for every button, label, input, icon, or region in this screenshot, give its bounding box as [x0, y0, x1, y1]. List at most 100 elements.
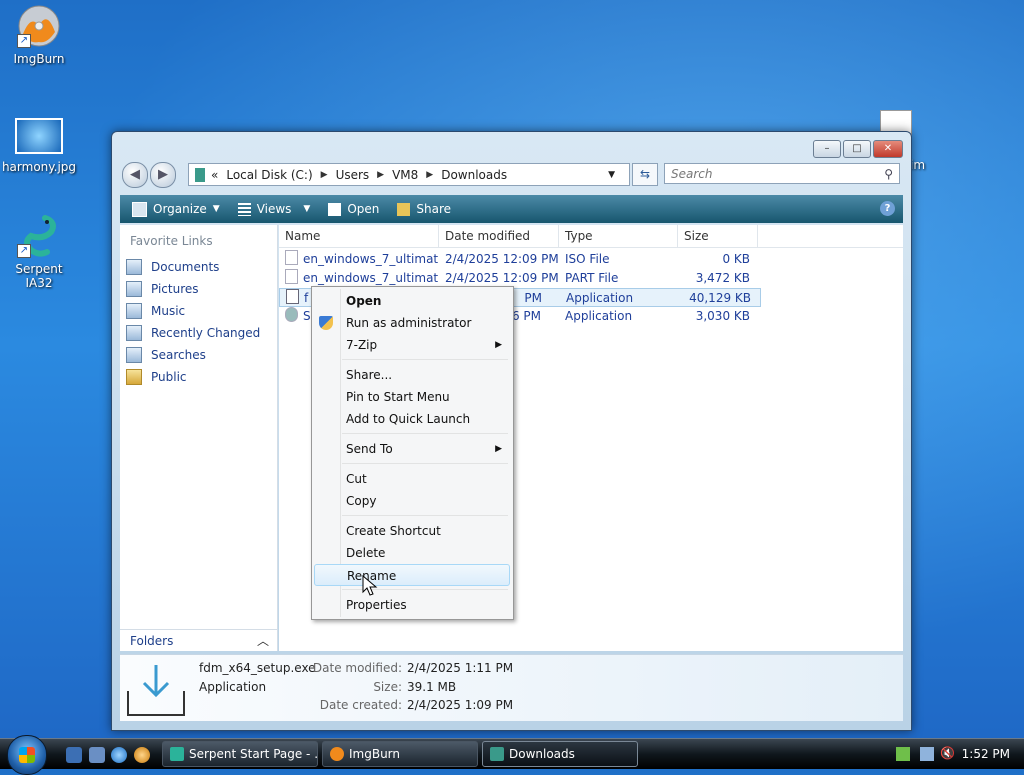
- desktop-icon-label: im: [910, 158, 926, 172]
- menu-separator: [342, 359, 508, 360]
- menu-item-add-to-quick-launch[interactable]: Add to Quick Launch: [314, 408, 510, 430]
- start-button[interactable]: [7, 735, 47, 775]
- column-size[interactable]: Size: [678, 225, 758, 247]
- chevron-right-icon[interactable]: ▶: [426, 170, 433, 180]
- file-size: 0 KB: [722, 252, 750, 266]
- breadcrumb-users[interactable]: Users: [336, 168, 370, 182]
- taskbar-item-downloads[interactable]: Downloads: [482, 741, 638, 767]
- nav-item-documents[interactable]: Documents: [120, 256, 277, 278]
- task-label: Downloads: [509, 747, 575, 761]
- task-label: Serpent Start Page - ...: [189, 747, 318, 761]
- open-file-icon: [328, 202, 342, 216]
- installer-large-icon: [126, 661, 185, 716]
- switch-windows-icon[interactable]: [89, 747, 105, 763]
- breadcrumb-vm8[interactable]: VM8: [392, 168, 418, 182]
- menu-item-rename[interactable]: Rename: [314, 564, 510, 586]
- share-button[interactable]: Share: [397, 202, 451, 216]
- views-label: Views: [256, 202, 292, 216]
- open-label: Open: [347, 202, 380, 216]
- file-date: 2/4/2025 12:09 PM: [445, 252, 559, 266]
- file-size: 3,472 KB: [695, 271, 750, 285]
- internet-explorer-icon[interactable]: [111, 747, 127, 763]
- address-bar[interactable]: « Local Disk (C:) ▶ Users ▶ VM8 ▶ Downloads…: [188, 163, 630, 186]
- show-desktop-icon[interactable]: [66, 747, 82, 763]
- chevron-right-icon[interactable]: ▶: [321, 170, 328, 180]
- file-type: Application: [565, 309, 633, 323]
- display-icon[interactable]: [920, 747, 934, 761]
- menu-item-create-shortcut[interactable]: Create Shortcut: [314, 520, 510, 542]
- desktop-icon-serpent[interactable]: ↗ Serpent IA32: [0, 214, 78, 290]
- desktop-icon-harmony[interactable]: harmony.jpg: [0, 118, 78, 174]
- navigation-bar: ◀ ▶ « Local Disk (C:) ▶ Users ▶ VM8 ▶ Downl…: [120, 162, 903, 188]
- nav-label: Recently Changed: [151, 326, 261, 340]
- breadcrumb-local-disk[interactable]: Local Disk (C:): [226, 168, 312, 182]
- share-icon: [397, 202, 411, 216]
- imgburn-icon: [330, 747, 344, 761]
- search-input[interactable]: Search ⚲: [664, 163, 900, 184]
- menu-item-cut[interactable]: Cut: [314, 468, 510, 490]
- breadcrumb-downloads[interactable]: Downloads: [441, 168, 507, 182]
- column-headers: Name Date modified Type Size: [279, 225, 903, 248]
- documents-icon: [126, 259, 142, 275]
- minimize-button[interactable]: –: [813, 140, 841, 158]
- search-icon[interactable]: ⚲: [884, 164, 893, 185]
- menu-separator: [342, 433, 508, 434]
- menu-item-label: Run as administrator: [346, 316, 472, 330]
- menu-item-run-as-administrator[interactable]: Run as administrator: [314, 312, 510, 334]
- views-button[interactable]: Views ▼: [237, 202, 311, 216]
- imgburn-icon: ↗: [17, 4, 61, 48]
- menu-item-copy[interactable]: Copy: [314, 490, 510, 512]
- organize-button[interactable]: Organize ▼: [132, 201, 220, 217]
- organize-label: Organize: [153, 202, 207, 216]
- forward-button[interactable]: ▶: [150, 162, 176, 188]
- back-button[interactable]: ◀: [122, 162, 148, 188]
- refresh-button[interactable]: ⇆: [632, 163, 658, 186]
- column-name[interactable]: Name: [279, 225, 439, 247]
- taskbar-item-imgburn[interactable]: ImgBurn: [322, 741, 478, 767]
- clock[interactable]: 1:52 PM: [962, 739, 1010, 769]
- chevron-right-icon[interactable]: ▶: [377, 170, 384, 180]
- public-folder-icon: [126, 369, 142, 385]
- menu-item-delete[interactable]: Delete: [314, 542, 510, 564]
- nav-item-public[interactable]: Public: [120, 366, 277, 388]
- address-overflow[interactable]: «: [211, 168, 218, 182]
- nav-item-searches[interactable]: Searches: [120, 344, 277, 366]
- media-player-icon[interactable]: [134, 747, 150, 763]
- menu-item-properties[interactable]: Properties: [314, 594, 510, 616]
- menu-item-7zip[interactable]: 7-Zip ▶: [314, 334, 510, 356]
- window-controls: – □ ✕: [813, 140, 903, 158]
- close-button[interactable]: ✕: [873, 140, 903, 158]
- back-arrow-icon: ◀: [130, 167, 140, 182]
- network-icon[interactable]: [896, 747, 910, 761]
- nav-item-music[interactable]: Music: [120, 300, 277, 322]
- taskbar-item-serpent[interactable]: Serpent Start Page - ...: [162, 741, 318, 767]
- serpent-icon: ↗: [17, 214, 61, 258]
- menu-item-pin-to-start-menu[interactable]: Pin to Start Menu: [314, 386, 510, 408]
- column-date-modified[interactable]: Date modified: [439, 225, 559, 247]
- maximize-button[interactable]: □: [843, 140, 871, 158]
- recently-changed-icon: [126, 325, 142, 341]
- column-type[interactable]: Type: [559, 225, 678, 247]
- file-name: en_windows_7_ultimat...: [303, 271, 439, 285]
- open-button[interactable]: Open: [328, 202, 379, 216]
- share-label: Share: [416, 202, 452, 216]
- help-icon[interactable]: ?: [880, 201, 895, 216]
- chevron-down-icon: ▼: [303, 204, 311, 214]
- menu-item-share[interactable]: Share...: [314, 364, 510, 386]
- nav-item-recently-changed[interactable]: Recently Changed: [120, 322, 277, 344]
- details-file-name: fdm_x64_setup.exe: [199, 661, 316, 675]
- file-icon: [285, 250, 298, 265]
- folders-toggle[interactable]: Folders ︿: [120, 629, 277, 651]
- desktop-icon-imgburn[interactable]: ↗ ImgBurn: [0, 4, 78, 66]
- menu-item-send-to[interactable]: Send To ▶: [314, 438, 510, 460]
- nav-item-pictures[interactable]: Pictures: [120, 278, 277, 300]
- file-row[interactable]: en_windows_7_ultimat... 2/4/2025 12:09 P…: [279, 250, 903, 269]
- menu-item-open[interactable]: Open: [314, 290, 510, 312]
- forward-arrow-icon: ▶: [158, 167, 168, 182]
- volume-muted-icon[interactable]: 🔇: [940, 746, 955, 760]
- windows-logo-icon: [19, 747, 35, 763]
- task-label: ImgBurn: [349, 747, 401, 761]
- command-bar: Organize ▼ Views ▼ Open Share ?: [120, 195, 903, 223]
- address-dropdown-icon[interactable]: ▼: [608, 170, 615, 180]
- navigation-pane: Favorite Links Documents Pictures Music …: [120, 225, 278, 651]
